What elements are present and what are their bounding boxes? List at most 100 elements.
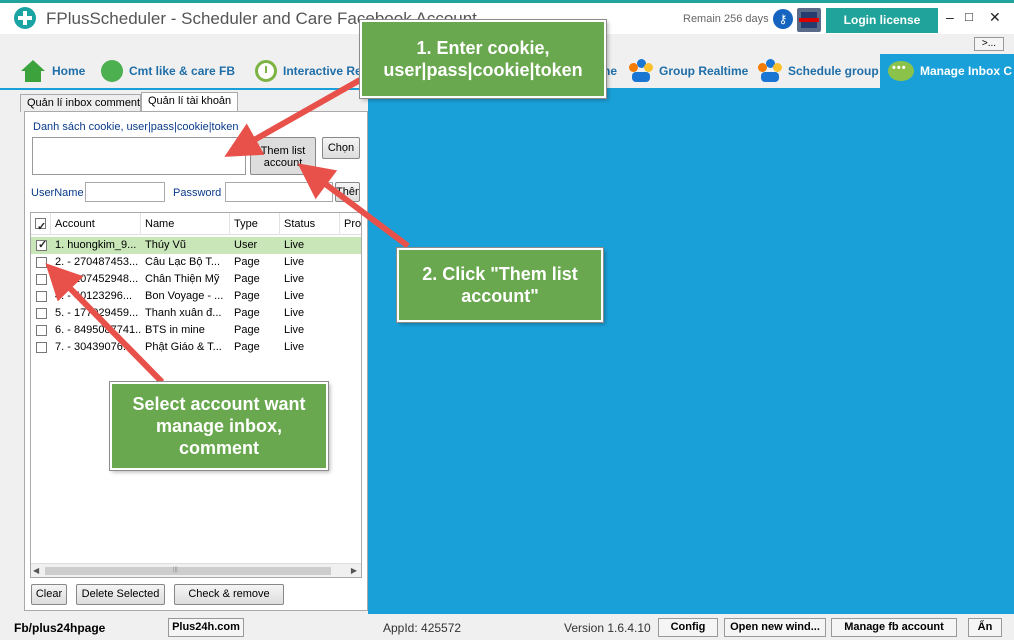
cell-status: Live [284,273,305,285]
table-row[interactable]: 1. huongkim_9... Thúy Vũ User Live [31,237,361,254]
row-checkbox[interactable] [36,325,47,336]
scroll-grip-icon: ||| [173,567,178,573]
scroll-left-icon[interactable]: ◀ [33,566,39,575]
uk-flag-icon[interactable] [797,8,821,32]
table-row[interactable]: 2. - 270487453... Câu Lạc Bộ T... Page L… [31,254,361,271]
cell-type: Page [234,256,260,268]
clock-icon [255,60,277,82]
header-name[interactable]: Name [141,213,230,235]
cell-name: Thanh xuân đ... [145,307,222,319]
nav-schedule-group-label: Schedule group [788,64,879,78]
clear-button[interactable]: Clear [31,584,67,605]
scroll-right-icon[interactable]: ▶ [351,566,357,575]
header-type[interactable]: Type [230,213,280,235]
row-checkbox[interactable] [36,291,47,302]
cell-status: Live [284,290,305,302]
expand-button[interactable]: >... [974,37,1004,51]
header-account[interactable]: Account [51,213,141,235]
cell-account: 7. - 30439076... [55,341,133,353]
hide-button[interactable]: Ẩn [968,618,1002,637]
nav-group-realtime[interactable]: Group Realtime [629,54,748,88]
header-pro[interactable]: Pro [340,213,361,235]
table-row[interactable]: 3. - 207452948... Chân Thiện Mỹ Page Liv… [31,271,361,288]
nav-cmt-like[interactable]: Cmt like & care FB [101,54,235,88]
row-checkbox[interactable] [36,274,47,285]
cell-type: Page [234,290,260,302]
cell-account: 1. huongkim_9... [55,239,137,251]
manage-fb-account-button[interactable]: Manage fb account [831,618,957,637]
status-bar: Fb/plus24hpage Plus24h.com AppId: 425572… [0,614,1014,640]
nav-home[interactable]: Home [20,54,85,88]
fb-page-link[interactable]: Fb/plus24hpage [14,621,105,635]
cell-name: Phật Giáo & T... [145,341,222,353]
nav-home-label: Home [52,64,86,78]
tab-account[interactable]: Quản lí tài khoản [141,92,238,112]
cell-status: Live [284,341,305,353]
table-row[interactable]: 6. - 8495087741... BTS in mine Page Live [31,322,361,339]
horizontal-scrollbar[interactable]: ◀ ||| ▶ [31,563,361,577]
add-account-button[interactable]: Thêm [335,182,360,202]
scroll-thumb[interactable] [45,567,331,575]
cell-name: Chân Thiện Mỹ [145,273,220,285]
callout-step2: 2. Click "Them list account" [396,247,604,323]
table-row[interactable]: 7. - 30439076... Phật Giáo & T... Page L… [31,339,361,356]
nav-manage-inbox[interactable]: Manage Inbox C [880,54,1014,88]
cell-name: Thúy Vũ [145,239,186,251]
cookie-list-label: Danh sách cookie, user|pass|cookie|token [33,121,239,133]
row-checkbox[interactable] [36,342,47,353]
callout-step1-line2: user|pass|cookie|token [383,60,583,80]
remaining-days: Remain 256 days [683,13,769,25]
callout-step1-line1: 1. Enter cookie, [416,38,550,58]
table-row[interactable]: 4. - 40123296... Bon Voyage - ... Page L… [31,288,361,305]
cell-status: Live [284,324,305,336]
row-checkbox[interactable] [36,257,47,268]
check-remove-button[interactable]: Check & remove [174,584,284,605]
callout-select-line2: manage inbox, [155,416,283,436]
nav-group-realtime-label: Group Realtime [659,64,749,78]
app-logo-icon [14,7,36,29]
nav-schedule-group[interactable]: Schedule group [758,54,879,88]
group-icon [629,59,653,83]
login-license-button[interactable]: Login license [826,8,938,33]
people-icon [101,60,123,82]
app-window: FPlusScheduler - Scheduler and Care Face… [0,0,1014,640]
callout-select-line3: comment [178,438,259,458]
cell-status: Live [284,256,305,268]
cell-type: Page [234,324,260,336]
nav-interactive[interactable]: Interactive Re [255,54,362,88]
cell-type: User [234,239,258,251]
nav-manage-inbox-label: Manage Inbox C [920,64,1013,78]
cell-status: Live [284,239,305,251]
cell-status: Live [284,307,305,319]
row-checkbox[interactable] [36,238,47,251]
tab-inbox-comment[interactable]: Quản lí inbox comment [20,94,141,112]
cell-account: 2. - 270487453... [55,256,139,268]
maximize-button[interactable]: □ [965,9,973,24]
callout-step2-line1: 2. Click "Them list [422,264,578,284]
app-id: AppId: 425572 [383,621,462,635]
nav-cmt-like-label: Cmt like & care FB [129,64,236,78]
open-new-window-button[interactable]: Open new wind... [724,618,826,637]
username-input[interactable] [85,182,165,202]
delete-selected-button[interactable]: Delete Selected [76,584,165,605]
key-icon[interactable]: ⚷ [773,9,793,29]
password-input[interactable] [225,182,333,202]
callout-select-line1: Select account want [132,394,306,414]
nav-interactive-label: Interactive Re [283,64,362,78]
config-button[interactable]: Config [658,618,718,637]
cookie-list-input[interactable] [32,137,246,175]
username-label: UserName [31,187,84,199]
row-checkbox[interactable] [36,308,47,319]
cell-account: 6. - 8495087741... [55,324,141,336]
plus24h-button[interactable]: Plus24h.com [168,618,244,637]
cell-name: Bon Voyage - ... [145,290,224,302]
header-status[interactable]: Status [280,213,340,235]
cell-account: 3. - 207452948... [55,273,139,285]
close-button[interactable]: ✕ [989,9,1001,26]
add-list-account-button[interactable]: Them list account [250,137,316,175]
choose-button[interactable]: Chọn [322,137,360,159]
table-row[interactable]: 5. - 177029459... Thanh xuân đ... Page L… [31,305,361,322]
select-all-checkbox[interactable] [35,216,46,235]
cell-type: Page [234,341,260,353]
minimize-button[interactable]: – [946,9,954,25]
